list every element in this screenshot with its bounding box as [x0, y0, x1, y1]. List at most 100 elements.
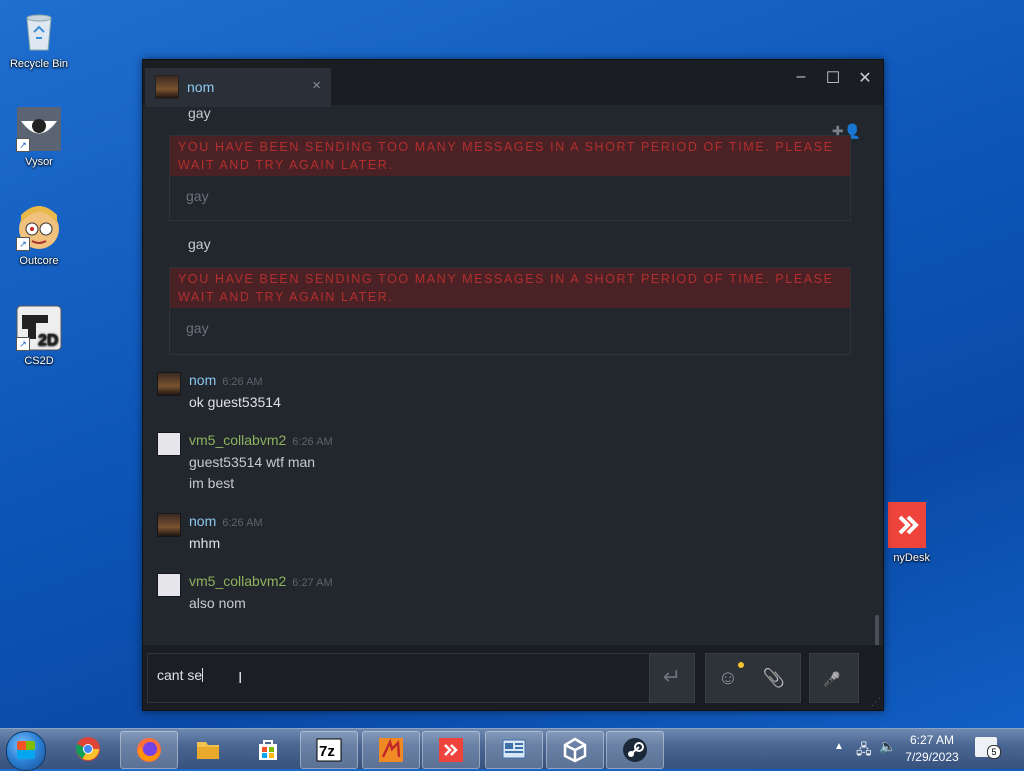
taskbar-7zip[interactable]: 7z [300, 731, 358, 769]
message-time: 6:26 AM [292, 436, 333, 448]
text-cursor-icon: I [238, 670, 243, 687]
taskbar-anydesk[interactable] [422, 731, 480, 769]
chat-tab-nom[interactable]: nom × [145, 68, 331, 107]
taskbar-steam[interactable] [606, 731, 664, 769]
message-time: 6:26 AM [222, 517, 263, 529]
failed-message-box: YOU HAVE BEEN SENDING TOO MANY MESSAGES … [169, 267, 851, 355]
author-name: vm5_collabvm2 [189, 432, 287, 448]
notification-count-badge: 5 [987, 745, 1001, 759]
composer-tools: ☺ 📎 [705, 653, 801, 703]
microphone-icon: 🎤 [823, 671, 841, 687]
taskbar-control-panel[interactable] [485, 731, 543, 769]
steam-chat-window: nom × – ☐ ✕ gay ✚👤 YOU HAVE BEEN SENDING… [142, 59, 884, 711]
message-author[interactable]: nom 6:26 AM [189, 372, 263, 388]
resize-grip-icon[interactable]: ⋰ [871, 697, 881, 708]
taskbar-store[interactable] [240, 731, 296, 767]
voice-button[interactable]: 🎤 [810, 654, 854, 702]
voice-tools: 🎤 [809, 653, 859, 703]
rate-limit-warning: YOU HAVE BEEN SENDING TOO MANY MESSAGES … [170, 136, 850, 176]
message-text: ok guest53514 [189, 394, 281, 410]
avatar[interactable] [157, 513, 181, 537]
send-button[interactable]: ↵ [649, 653, 695, 703]
message-composer: cant se I ↵ ☺ 📎 🎤 ⋰ [143, 645, 883, 710]
close-tab-icon[interactable]: × [312, 77, 321, 94]
chat-input-value: cant se [157, 667, 203, 683]
taskbar-app-orange[interactable] [362, 731, 420, 769]
rate-limit-warning: YOU HAVE BEEN SENDING TOO MANY MESSAGES … [170, 268, 850, 308]
chat-tab-label: nom [187, 79, 215, 95]
message-time: 6:26 AM [222, 376, 263, 388]
message-author[interactable]: vm5_collabvm2 6:26 AM [189, 432, 333, 448]
svg-text:2D: 2D [38, 332, 58, 349]
desktop-icon-label: Recycle Bin [9, 58, 69, 70]
folder-icon [197, 742, 219, 759]
shortcut-arrow-icon: ↗ [16, 237, 30, 251]
message-line: gay [188, 236, 211, 252]
shortcut-arrow-icon: ↗ [16, 337, 30, 351]
volume-icon[interactable]: 🔈 [879, 738, 896, 755]
taskbar-firefox[interactable] [120, 731, 178, 769]
desktop-icon-vysor[interactable]: ↗ Vysor [4, 106, 74, 168]
new-indicator-dot [738, 662, 744, 668]
emoji-button[interactable]: ☺ [706, 654, 750, 702]
message-author[interactable]: nom 6:26 AM [189, 513, 263, 529]
message-text: im best [189, 475, 235, 491]
show-hidden-icons-button[interactable]: ▲ [834, 741, 844, 752]
desktop-icon-label: Vysor [25, 156, 53, 168]
shortcut-arrow-icon: ↗ [16, 138, 30, 152]
minimize-button[interactable]: – [789, 68, 813, 86]
paperclip-icon: 📎 [762, 668, 786, 688]
author-name: nom [189, 513, 217, 529]
taskbar-clock[interactable]: 6:27 AM 7/29/2023 [900, 732, 964, 766]
maximize-button[interactable]: ☐ [821, 68, 845, 88]
attach-button[interactable]: 📎 [752, 654, 796, 702]
message-text: guest53514 wtf man [189, 454, 316, 470]
message-line: gay [188, 105, 211, 121]
desktop-icon-cs2d[interactable]: 2D ↗ CS2D [4, 305, 74, 367]
avatar [155, 75, 179, 99]
svg-text:7z: 7z [319, 743, 335, 760]
message-text: also nom [189, 595, 246, 611]
avatar[interactable] [157, 573, 181, 597]
network-icon[interactable]: 🖧 [856, 739, 872, 763]
anydesk-icon [439, 738, 463, 762]
close-window-button[interactable]: ✕ [853, 68, 877, 88]
firefox-icon [137, 738, 161, 762]
message-text: mhm [189, 535, 221, 551]
start-button[interactable] [6, 731, 46, 771]
outcore-icon: ↗ [16, 205, 62, 251]
title-bar[interactable]: nom × – ☐ ✕ [143, 60, 883, 107]
failed-message-text: gay [186, 320, 209, 336]
taskbar-chrome[interactable] [60, 731, 116, 767]
desktop-icon-label: CS2D [24, 355, 54, 367]
avatar[interactable] [157, 372, 181, 396]
message-time: 6:27 AM [292, 577, 333, 589]
text-caret [202, 668, 204, 682]
notification-center-button[interactable]: 5 [975, 737, 1001, 759]
clock-date: 7/29/2023 [905, 750, 959, 764]
store-icon [259, 740, 277, 760]
scrollbar[interactable] [875, 615, 879, 645]
taskbar-file-explorer[interactable] [180, 731, 236, 767]
failed-message-box: YOU HAVE BEEN SENDING TOO MANY MESSAGES … [169, 135, 851, 221]
author-name: vm5_collabvm2 [189, 573, 287, 589]
vysor-icon: ↗ [16, 106, 62, 152]
desktop-icon-label: Outcore [19, 255, 59, 267]
clock-time: 6:27 AM [909, 733, 955, 747]
author-name: nom [189, 372, 217, 388]
message-author[interactable]: vm5_collabvm2 6:27 AM [189, 573, 333, 589]
control-panel-icon [502, 739, 526, 759]
anydesk-icon [878, 502, 926, 548]
7zip-icon: 7z [316, 738, 342, 762]
recycle-bin-icon [16, 8, 62, 54]
message-list[interactable]: gay ✚👤 YOU HAVE BEEN SENDING TOO MANY ME… [143, 105, 883, 645]
desktop-icon-recycle-bin[interactable]: Recycle Bin [4, 8, 74, 70]
failed-message-text: gay [186, 188, 209, 204]
avatar[interactable] [157, 432, 181, 456]
orange-app-icon [379, 738, 403, 762]
desktop-icon-outcore[interactable]: ↗ Outcore [4, 205, 74, 267]
chrome-icon [76, 737, 100, 761]
chat-input[interactable]: cant se I [147, 653, 651, 703]
steam-icon [623, 738, 647, 762]
taskbar-unity[interactable] [546, 731, 604, 769]
